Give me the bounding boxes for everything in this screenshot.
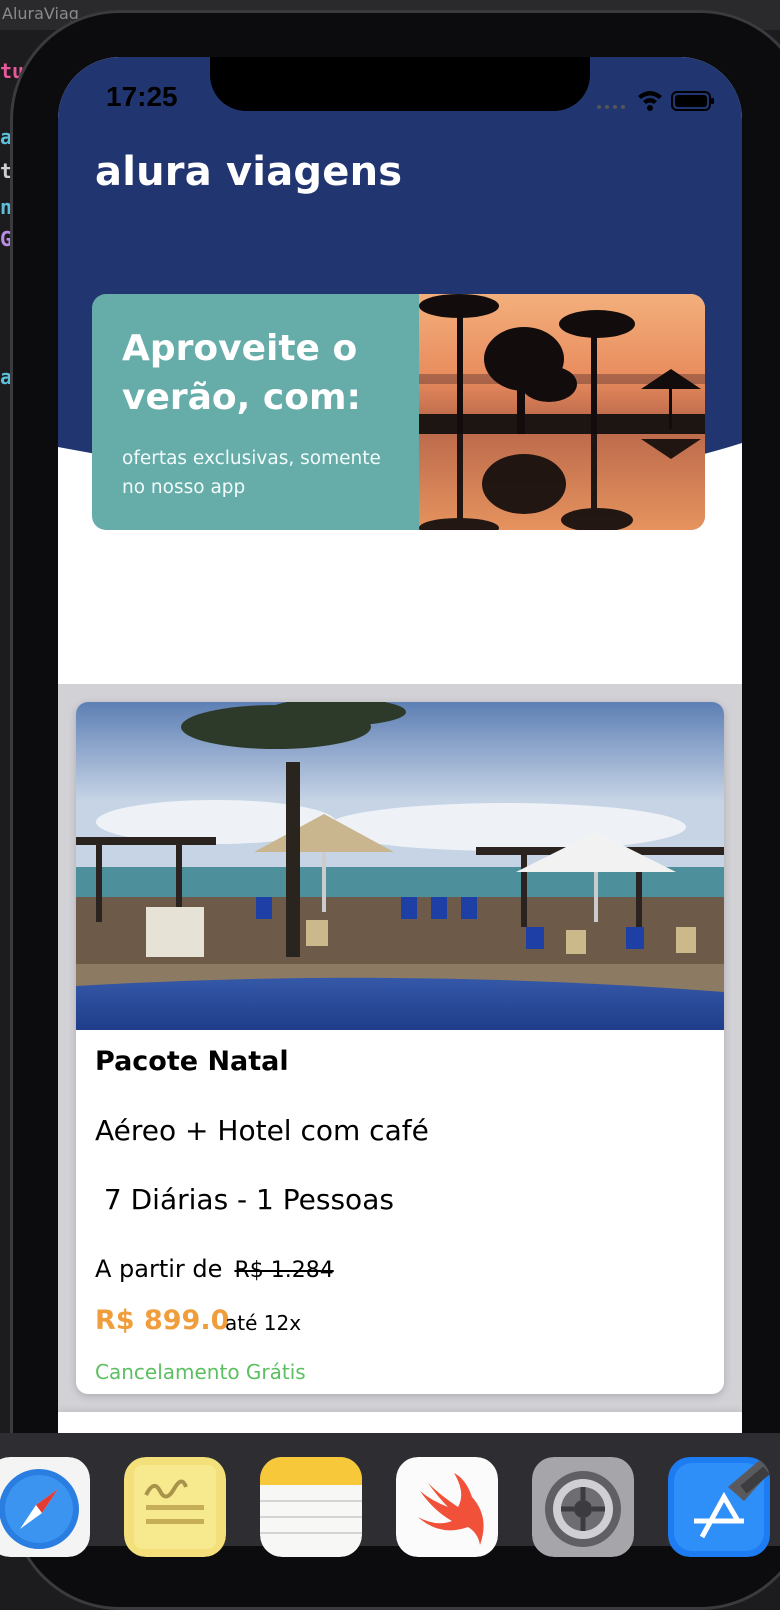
price-from-label: A partir de: [95, 1255, 223, 1283]
package-hotel-photo: [76, 702, 724, 1030]
stickies-icon[interactable]: [124, 1457, 226, 1557]
package-description: Aéreo + Hotel com café: [95, 1114, 429, 1147]
package-card[interactable]: Pacote Natal Aéreo + Hotel com café 7 Di…: [76, 702, 724, 1394]
battery-icon: [671, 91, 714, 111]
system-preferences-icon[interactable]: [532, 1457, 634, 1557]
xcode-window-title: AluraViag: [2, 4, 79, 23]
notch: [210, 57, 590, 111]
installments-label: até 12x: [225, 1311, 302, 1335]
status-icons: [596, 87, 716, 113]
banner-text: Aproveite o verão, com: ofertas exclusiv…: [122, 324, 402, 502]
status-time: 17:25: [106, 81, 178, 112]
macos-dock: [0, 1433, 780, 1557]
free-cancellation-label: Cancelamento Grátis: [95, 1360, 306, 1384]
banner-title: Aproveite o verão, com:: [122, 328, 361, 418]
wifi-icon: [638, 91, 662, 111]
app-screen: 17:25 alura viagens Aproveite o verão, c…: [58, 57, 742, 1437]
safari-icon[interactable]: [0, 1457, 90, 1557]
app-title: alura viagens: [95, 149, 403, 195]
price-from-row: A partir de R$ 1.284: [95, 1255, 334, 1283]
banner-sunset-photo: [419, 294, 705, 530]
banner-subtitle: ofertas exclusivas, somente no nosso app: [122, 448, 381, 498]
old-price: R$ 1.284: [234, 1258, 334, 1283]
swift-playgrounds-icon[interactable]: [396, 1457, 498, 1557]
promo-banner[interactable]: Aproveite o verão, com: ofertas exclusiv…: [92, 294, 705, 530]
package-title: Pacote Natal: [95, 1046, 289, 1077]
current-price: R$ 899.0: [95, 1305, 230, 1336]
cellular-signal-icon: [597, 105, 625, 109]
xcode-icon[interactable]: [668, 1457, 770, 1557]
package-details: 7 Diárias - 1 Pessoas: [95, 1183, 394, 1216]
notes-icon[interactable]: [260, 1457, 362, 1557]
